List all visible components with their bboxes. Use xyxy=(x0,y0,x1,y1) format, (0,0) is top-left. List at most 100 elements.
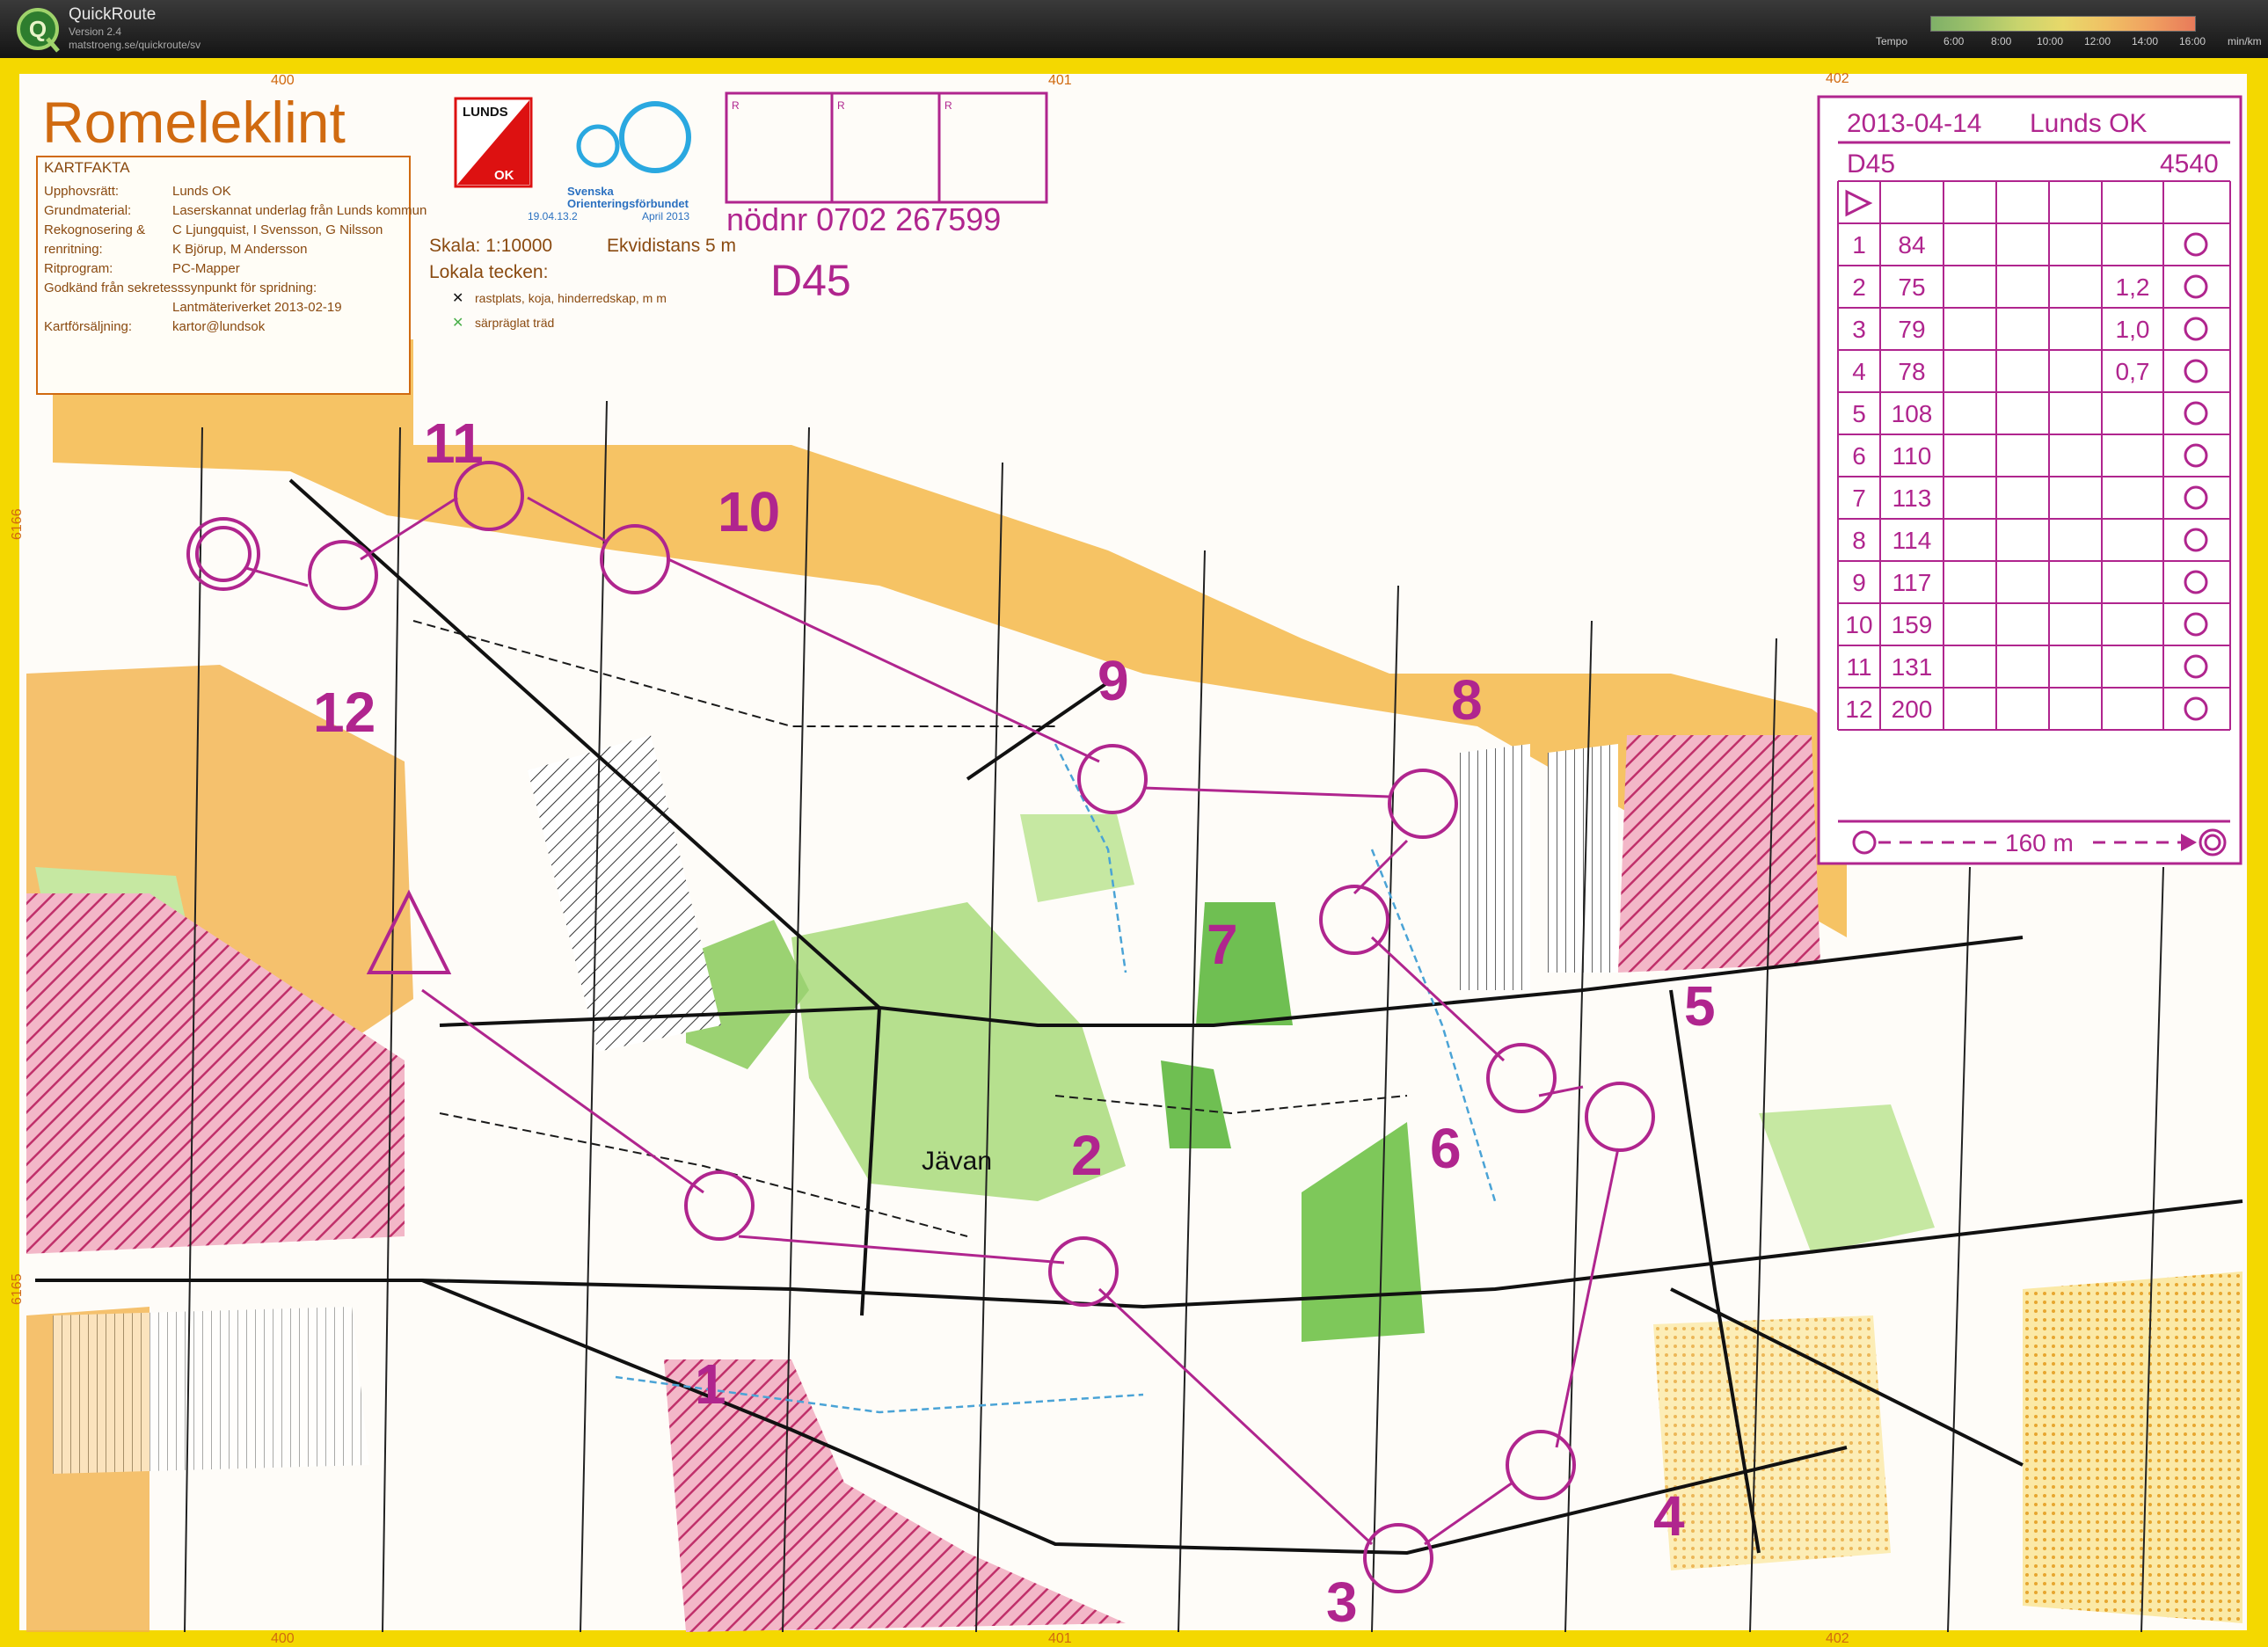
map-title: Romeleklint xyxy=(42,90,346,155)
control-number-11: 11 xyxy=(424,412,484,475)
description-control-code: 78 xyxy=(1898,358,1925,385)
place-name-javan: Jävan xyxy=(922,1147,992,1176)
description-control-number: 10 xyxy=(1845,611,1872,638)
rough-open-southeast xyxy=(2023,1272,2242,1623)
kartfakta-label: Rekognosering & xyxy=(44,222,145,237)
control-number-5: 5 xyxy=(1684,974,1716,1038)
cultivated-area-southwest xyxy=(53,1307,369,1474)
description-class: D45 xyxy=(1847,149,1895,179)
description-control-code: 117 xyxy=(1892,569,1932,596)
app-version: Version 2.4 xyxy=(69,26,122,38)
control-number-4: 4 xyxy=(1653,1484,1685,1548)
map-class-label: D45 xyxy=(770,256,851,305)
description-control-code: 114 xyxy=(1892,527,1932,554)
kartfakta-value: K Björup, M Andersson xyxy=(172,242,307,257)
svg-text:Svenska: Svenska xyxy=(567,185,615,198)
control-number-3: 3 xyxy=(1326,1570,1358,1634)
description-control-number: 2 xyxy=(1852,273,1866,301)
description-control-code: 75 xyxy=(1898,273,1925,301)
description-control-number: 6 xyxy=(1852,442,1866,470)
kartfakta-label: Godkänd från sekretesssynpunkt för sprid… xyxy=(44,281,317,295)
tempo-tick: 14:00 xyxy=(2132,35,2159,47)
description-control-number: 11 xyxy=(1846,653,1871,681)
description-control-number: 12 xyxy=(1845,696,1872,723)
cultivated-area-east xyxy=(1460,744,1530,990)
description-control-code: 79 xyxy=(1898,316,1925,343)
grid-label-bottom: 400 xyxy=(271,1631,295,1646)
legend-cross-black: ✕ xyxy=(452,291,463,306)
control-number-12: 12 xyxy=(313,681,376,744)
kartfakta-label: Ritprogram: xyxy=(44,261,113,276)
kartfakta-value: kartor@lundsok xyxy=(172,319,266,334)
description-control-code: 84 xyxy=(1898,231,1925,259)
orienteering-map[interactable]: 1 2 3 4 5 6 7 8 9 10 11 12 Jävan 400 401… xyxy=(0,58,2268,1647)
svg-text:April 2013: April 2013 xyxy=(642,210,689,222)
map-canvas[interactable]: 1 2 3 4 5 6 7 8 9 10 11 12 Jävan 400 401… xyxy=(0,58,2268,1647)
svg-text:LUNDS: LUNDS xyxy=(463,105,508,120)
svg-text:19.04.13.2: 19.04.13.2 xyxy=(528,210,578,222)
tempo-label: Tempo xyxy=(1876,35,1908,47)
kartfakta-label: Upphovsrätt: xyxy=(44,184,119,199)
tempo-tick: 12:00 xyxy=(2084,35,2111,47)
tempo-tick: 16:00 xyxy=(2179,35,2206,47)
contour-interval: Ekvidistans 5 m xyxy=(607,236,736,256)
kartfakta-label: renritning: xyxy=(44,242,103,257)
control-number-6: 6 xyxy=(1430,1117,1462,1180)
description-control-code: 110 xyxy=(1892,442,1932,470)
control-number-10: 10 xyxy=(718,480,780,543)
logo-letter: Q xyxy=(29,16,47,42)
grid-label-top: 400 xyxy=(271,73,295,88)
description-dimension: 1,2 xyxy=(2116,273,2150,301)
quickroute-logo: Q xyxy=(17,8,60,53)
description-control-number: 9 xyxy=(1852,569,1866,596)
description-control-code: 131 xyxy=(1892,653,1933,681)
local-symbols-heading: Lokala tecken: xyxy=(429,262,548,282)
control-number-2: 2 xyxy=(1071,1124,1103,1187)
svg-text:Orienteringsförbundet: Orienteringsförbundet xyxy=(567,197,689,210)
description-control-number: 8 xyxy=(1852,527,1866,554)
description-control-number: 3 xyxy=(1852,316,1866,343)
legend-cross-green: ✕ xyxy=(452,316,463,331)
svg-text:R: R xyxy=(732,99,740,112)
description-control-code: 159 xyxy=(1892,611,1933,638)
grid-label-top: 402 xyxy=(1826,71,1849,86)
control-number-1: 1 xyxy=(695,1352,726,1416)
legend-text: rastplats, koja, hinderredskap, m m xyxy=(475,291,667,305)
kartfakta-value: Lantmäteriverket 2013-02-19 xyxy=(172,300,342,315)
tempo-tick: 10:00 xyxy=(2037,35,2064,47)
rough-open-south xyxy=(1653,1315,1891,1570)
grid-label-bottom: 402 xyxy=(1826,1631,1849,1646)
legend-text: särpräglat träd xyxy=(475,316,554,330)
kartfakta-value: Lunds OK xyxy=(172,184,231,199)
map-scale: Skala: 1:10000 xyxy=(429,236,552,256)
top-bar: Q QuickRoute Version 2.4 matstroeng.se/q… xyxy=(0,0,2268,58)
control-number-8: 8 xyxy=(1451,668,1483,732)
app-url[interactable]: matstroeng.se/quickroute/sv xyxy=(69,39,201,51)
tempo-tick: 6:00 xyxy=(1943,35,1965,47)
description-control-code: 108 xyxy=(1892,400,1933,427)
description-dimension: 1,0 xyxy=(2116,316,2150,343)
description-control-code: 200 xyxy=(1892,696,1933,723)
svg-text:OK: OK xyxy=(494,168,514,183)
grid-label-bottom: 401 xyxy=(1048,1631,1072,1646)
grid-label-side: 6165 xyxy=(10,1273,25,1305)
finish-distance: 160 m xyxy=(2005,829,2074,856)
control-number-9: 9 xyxy=(1098,649,1129,712)
tempo-color-scale[interactable] xyxy=(1930,16,2196,32)
kartfakta-label: Kartförsäljning: xyxy=(44,319,132,334)
description-date: 2013-04-14 xyxy=(1847,109,1981,138)
grid-label-side: 6166 xyxy=(10,508,25,540)
kartfakta-value: C Ljungquist, I Svensson, G Nilsson xyxy=(172,222,383,237)
forbidden-area-east xyxy=(1618,735,1820,973)
description-dimension: 0,7 xyxy=(2116,358,2150,385)
emergency-number: nödnr 0702 267599 xyxy=(726,201,1001,237)
svg-text:R: R xyxy=(944,99,952,112)
control-number-7: 7 xyxy=(1207,913,1238,976)
description-control-number: 4 xyxy=(1852,358,1866,385)
control-description-sheet: 2013-04-14 Lunds OK D45 4540 1 842 75 1,23 7… xyxy=(1817,95,2242,865)
description-club: Lunds OK xyxy=(2030,109,2147,138)
kartfakta-value: PC-Mapper xyxy=(172,261,240,276)
app-title: QuickRoute xyxy=(69,5,157,24)
svg-text:R: R xyxy=(837,99,845,112)
description-control-number: 1 xyxy=(1852,231,1866,259)
